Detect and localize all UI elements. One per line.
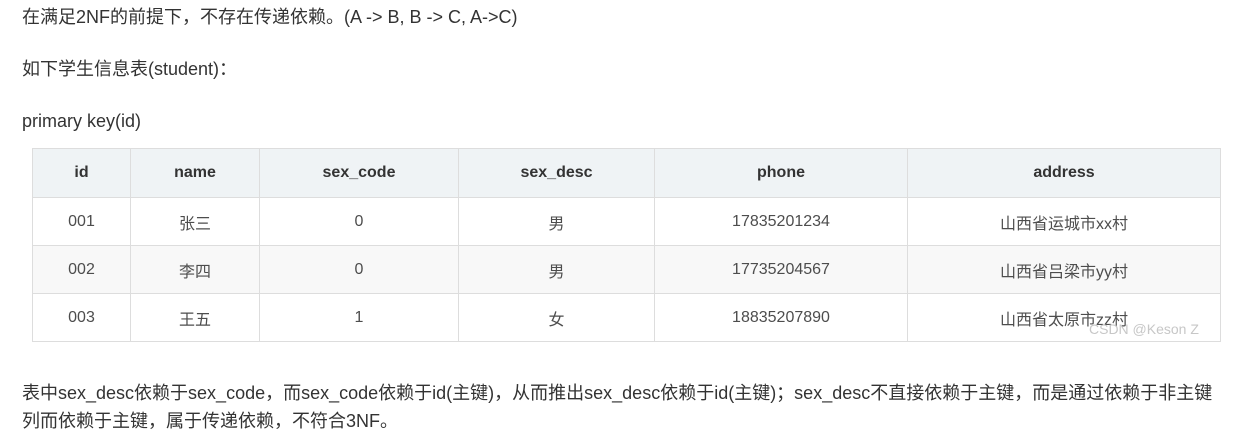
column-header-address: address — [907, 148, 1221, 198]
cell-id: 001 — [32, 197, 131, 246]
student-table: id name sex_code sex_desc phone address … — [32, 148, 1221, 342]
explanation-paragraph: 表中sex_desc依赖于sex_code，而sex_code依赖于id(主键)… — [22, 383, 1213, 431]
student-table-container: id name sex_code sex_desc phone address … — [32, 148, 1221, 342]
cell-name: 李四 — [130, 245, 260, 294]
cell-phone: 17835201234 — [654, 197, 908, 246]
table-header-row: id name sex_code sex_desc phone address — [32, 148, 1221, 198]
cell-sex-desc: 男 — [458, 197, 655, 246]
cell-address: 山西省吕梁市yy村 — [907, 245, 1221, 294]
column-header-name: name — [130, 148, 260, 198]
cell-name: 张三 — [130, 197, 260, 246]
cell-name: 王五 — [130, 293, 260, 342]
cell-id: 003 — [32, 293, 131, 342]
cell-sex-code: 0 — [259, 197, 459, 246]
cell-sex-code: 1 — [259, 293, 459, 342]
cell-phone: 17735204567 — [654, 245, 908, 294]
cell-id: 002 — [32, 245, 131, 294]
intro-paragraph: 在满足2NF的前提下，不存在传递依赖。(A -> B, B -> C, A->C… — [22, 7, 518, 27]
table-intro-paragraph: 如下学生信息表(student)： — [22, 59, 238, 79]
primary-key-paragraph: primary key(id) — [22, 111, 142, 131]
cell-sex-desc: 女 — [458, 293, 655, 342]
table-row: 001 张三 0 男 17835201234 山西省运城市xx村 — [32, 197, 1221, 246]
table-row: 003 王五 1 女 18835207890 山西省太原市zz村 — [32, 293, 1221, 342]
cell-address: 山西省运城市xx村 — [907, 197, 1221, 246]
csdn-watermark: CSDN @Keson Z — [1089, 321, 1199, 337]
table-row: 002 李四 0 男 17735204567 山西省吕梁市yy村 — [32, 245, 1221, 294]
column-header-sex-code: sex_code — [259, 148, 459, 198]
column-header-sex-desc: sex_desc — [458, 148, 655, 198]
cell-sex-code: 0 — [259, 245, 459, 294]
column-header-phone: phone — [654, 148, 908, 198]
column-header-id: id — [32, 148, 131, 198]
cell-phone: 18835207890 — [654, 293, 908, 342]
cell-sex-desc: 男 — [458, 245, 655, 294]
